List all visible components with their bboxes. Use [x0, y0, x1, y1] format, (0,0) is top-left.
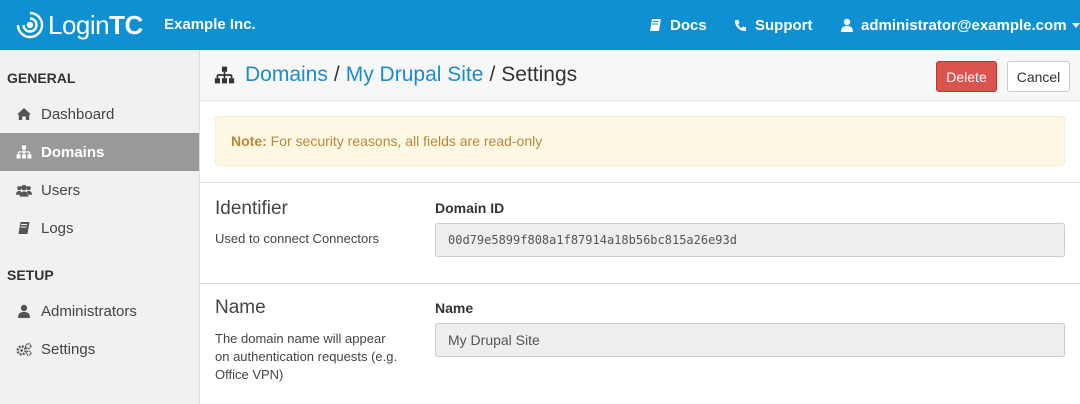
- main-content: Domains / My Drupal Site / Settings Dele…: [200, 50, 1080, 404]
- readonly-alert: Note: For security reasons, all fields a…: [215, 116, 1065, 166]
- domain-id-label: Domain ID: [435, 200, 505, 216]
- name-section-title: Name: [215, 297, 266, 318]
- name-section-description: The domain name will appear on authentic…: [215, 331, 398, 382]
- user-icon: [18, 304, 30, 318]
- sitemap-icon: [214, 66, 235, 84]
- sidebar-item-logs[interactable]: Logs: [0, 209, 199, 247]
- name-value: My Drupal Site: [448, 332, 540, 348]
- user-menu[interactable]: administrator@example.com: [841, 0, 1080, 50]
- org-name: Example Inc.: [164, 16, 256, 33]
- docs-link[interactable]: Docs: [649, 0, 707, 50]
- name-label: Name: [435, 300, 474, 316]
- book-icon: [650, 19, 661, 31]
- breadcrumb-separator: /: [333, 63, 340, 86]
- top-navbar: LoginTC Example Inc. Docs Support admini…: [0, 0, 1080, 50]
- identifier-section-title: Identifier: [215, 198, 288, 219]
- breadcrumb-domain-link[interactable]: My Drupal Site: [346, 63, 484, 87]
- book-icon: [18, 222, 30, 234]
- breadcrumb-separator: /: [489, 63, 496, 86]
- domain-id-field[interactable]: 00d79e5899f808a1f87914a18b56bc815a26e93d: [435, 223, 1065, 257]
- page-title: Settings: [501, 63, 578, 86]
- user-icon: [841, 18, 853, 32]
- sidebar: GENERAL Dashboard Domains Users Logs SET…: [0, 50, 200, 404]
- domain-id-value: 00d79e5899f808a1f87914a18b56bc815a26e93d: [448, 233, 737, 247]
- sidebar-item-administrators[interactable]: Administrators: [0, 292, 199, 330]
- gears-icon: [16, 342, 32, 356]
- breadcrumb: Domains / My Drupal Site / Settings: [214, 63, 577, 87]
- sidebar-item-settings[interactable]: Settings: [0, 330, 199, 368]
- alert-strong: Note:: [231, 133, 267, 149]
- home-icon: [17, 108, 31, 120]
- page-header: Domains / My Drupal Site / Settings Dele…: [200, 50, 1080, 101]
- users-icon: [16, 184, 32, 197]
- support-link[interactable]: Support: [734, 0, 813, 50]
- logo-text: LoginTC: [48, 10, 143, 40]
- delete-button[interactable]: Delete: [936, 61, 997, 92]
- sidebar-item-domains[interactable]: Domains: [0, 133, 199, 171]
- sidebar-heading-general: GENERAL: [7, 70, 76, 86]
- sidebar-item-dashboard[interactable]: Dashboard: [0, 95, 199, 133]
- phone-icon: [735, 19, 746, 31]
- breadcrumb-domains-link[interactable]: Domains: [245, 63, 328, 87]
- sitemap-icon: [16, 145, 32, 159]
- logo[interactable]: LoginTC: [16, 9, 143, 41]
- name-field[interactable]: My Drupal Site: [435, 323, 1065, 357]
- section-divider: [200, 283, 1080, 284]
- sidebar-item-users[interactable]: Users: [0, 171, 199, 209]
- identifier-section-description: Used to connect Connectors: [215, 231, 380, 246]
- chevron-down-icon: [1071, 22, 1080, 28]
- section-divider: [200, 182, 1080, 183]
- signal-waves-icon: [16, 11, 44, 39]
- cancel-button[interactable]: Cancel: [1007, 61, 1070, 92]
- alert-text: For security reasons, all fields are rea…: [270, 133, 543, 149]
- sidebar-heading-setup: SETUP: [7, 267, 54, 283]
